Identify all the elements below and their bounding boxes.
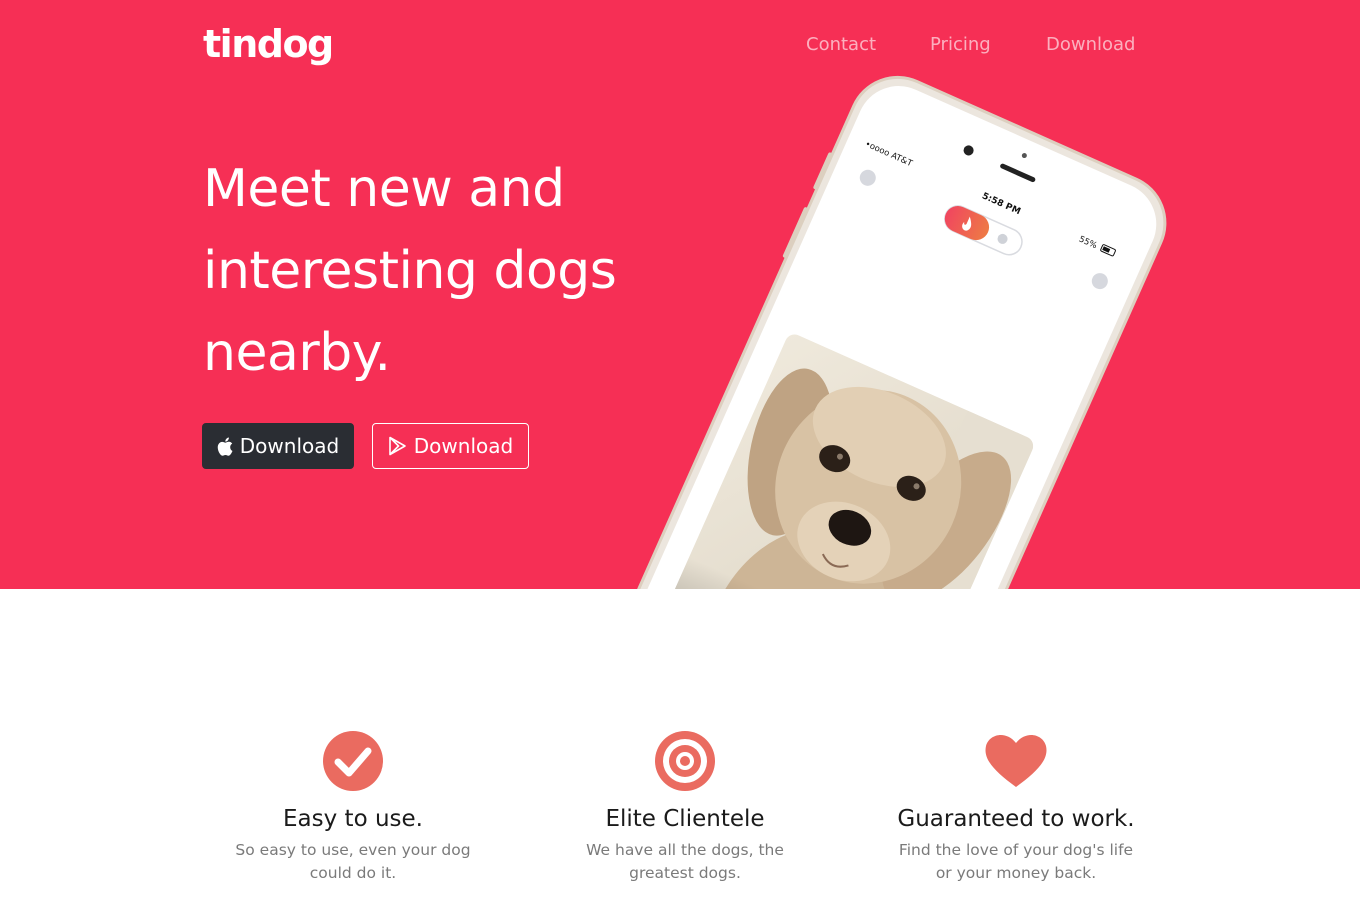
play-download-button[interactable]: Download <box>372 423 529 469</box>
feature-title: Guaranteed to work. <box>897 806 1135 832</box>
feature-guaranteed: Guaranteed to work. Find the love of you… <box>866 729 1166 885</box>
nav-contact-link[interactable]: Contact <box>806 34 876 55</box>
chat-icon[interactable] <box>1089 271 1110 292</box>
headline-line-3: nearby. <box>203 323 391 383</box>
status-carrier: •oooo AT&T <box>863 139 914 169</box>
flame-icon <box>962 216 972 231</box>
top-nav: Contact Pricing Download <box>0 34 1360 58</box>
flame-toggle[interactable] <box>941 202 994 244</box>
apple-download-button[interactable]: Download <box>202 423 354 469</box>
apple-icon <box>217 437 233 456</box>
group-icon[interactable] <box>996 232 1009 245</box>
feature-elite: Elite Clientele We have all the dogs, th… <box>535 729 835 885</box>
apple-download-label: Download <box>239 434 340 458</box>
feature-description: Find the love of your dog's life or your… <box>898 841 1134 882</box>
google-play-icon <box>388 436 406 456</box>
status-time: 5:58 PM <box>980 191 1022 217</box>
feature-title: Elite Clientele <box>605 806 765 832</box>
check-circle-icon <box>323 731 383 791</box>
nav-download-link[interactable]: Download <box>1046 34 1135 55</box>
status-battery: 55% <box>1077 234 1098 251</box>
play-download-label: Download <box>413 434 514 458</box>
features-section: Easy to use. So easy to use, even your d… <box>0 589 1360 905</box>
feature-easy: Easy to use. So easy to use, even your d… <box>203 729 503 885</box>
headline-line-2: interesting dogs <box>203 241 617 301</box>
feature-description: We have all the dogs, the greatest dogs. <box>586 841 784 882</box>
heart-icon <box>985 734 1047 787</box>
feature-description: So easy to use, even your dog could do i… <box>235 841 471 882</box>
feature-title: Easy to use. <box>283 806 423 832</box>
bullseye-icon <box>655 731 715 791</box>
headline-line-1: Meet new and <box>203 159 565 219</box>
profile-icon[interactable] <box>857 167 878 188</box>
hero-section: tindog Contact Pricing Download Meet new… <box>0 0 1360 589</box>
hero-headline: Meet new and interesting dogs nearby. <box>203 148 723 394</box>
nav-pricing-link[interactable]: Pricing <box>930 34 991 55</box>
